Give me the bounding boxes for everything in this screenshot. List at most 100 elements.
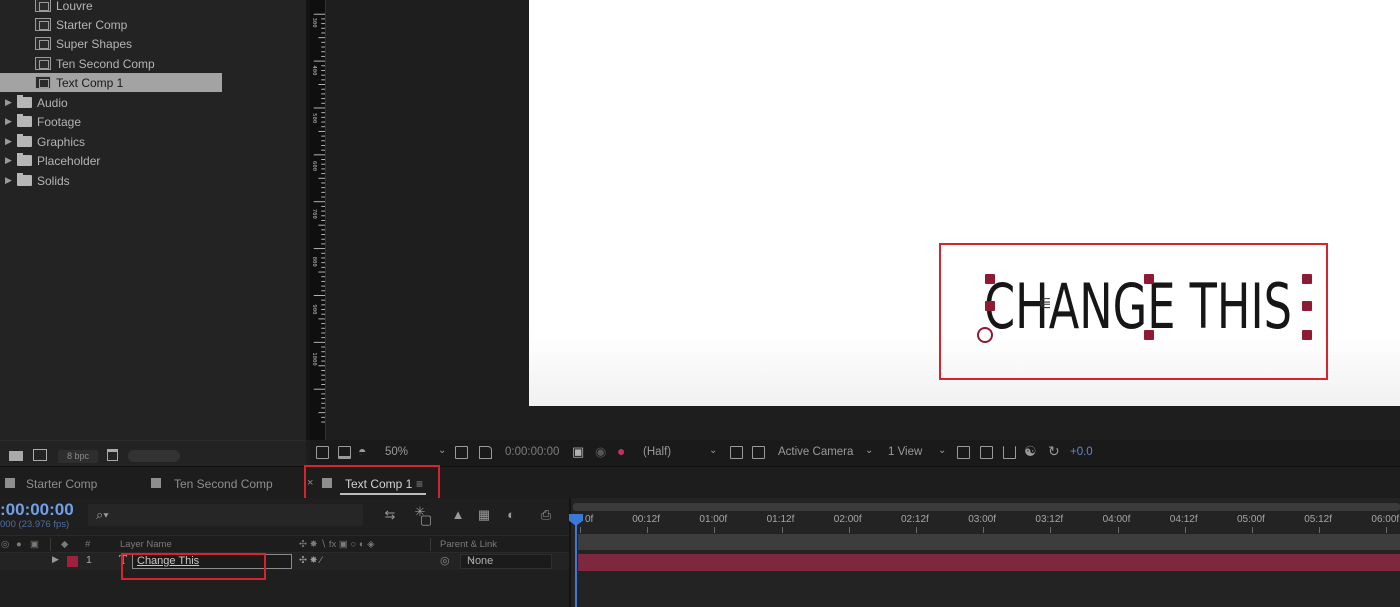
current-time-indicator[interactable]: [575, 519, 577, 607]
cube-icon[interactable]: ▢: [418, 512, 434, 527]
expand-layer-triangle-icon[interactable]: ▶: [52, 554, 59, 565]
layer-switch-collapse-icon[interactable]: ✣ ✸ ∕: [299, 555, 322, 566]
project-item-label: Graphics: [37, 134, 86, 149]
monitor-icon[interactable]: [338, 446, 351, 459]
frame-blending-icon[interactable]: ▦: [476, 507, 492, 522]
time-tick-label: 01:12f: [766, 514, 795, 525]
motion-blur-icon[interactable]: ◐: [503, 507, 519, 522]
draft-3d-icon[interactable]: [980, 446, 993, 459]
search-icon: ⌕▾: [96, 507, 109, 522]
label-tag-icon[interactable]: ◆: [61, 539, 68, 550]
frame-rate-display: 000 (23.976 fps): [0, 519, 70, 530]
expand-triangle-icon[interactable]: ▶: [5, 175, 12, 186]
project-item-text-comp-1[interactable]: Text Comp 1: [0, 73, 288, 92]
timeline-layer-row[interactable]: ▶ 1 T Change This ✣ ✸ ∕ ◎ None ⌄: [0, 553, 570, 570]
new-composition-icon[interactable]: [33, 449, 47, 461]
fast-previews-icon[interactable]: [730, 446, 743, 459]
composition-tab-icon: [5, 478, 15, 488]
project-item-super-shapes[interactable]: Super Shapes: [0, 34, 288, 53]
project-item-label: Louvre: [56, 0, 93, 13]
bit-depth-button[interactable]: 8 bpc: [58, 450, 98, 463]
layer-label-color[interactable]: [67, 556, 78, 567]
project-item-louvre[interactable]: Louvre: [0, 0, 288, 15]
chevron-down-icon[interactable]: ⌄: [938, 445, 946, 456]
time-navigator-bar[interactable]: [573, 503, 1400, 511]
project-item-label: Footage: [37, 114, 82, 129]
time-tick-label: 02:00f: [833, 514, 862, 525]
tab-starter-comp[interactable]: Starter Comp: [26, 477, 97, 491]
column-layer-name[interactable]: Layer Name: [120, 539, 172, 550]
zoom-select[interactable]: 50%: [385, 446, 408, 458]
pick-whip-icon[interactable]: ◎: [440, 554, 450, 567]
timeline-tab-bar: Starter Comp Ten Second Comp × Text Comp…: [0, 466, 1400, 498]
expand-triangle-icon[interactable]: ▶: [5, 97, 12, 108]
time-tick-label: 05:00f: [1237, 514, 1265, 525]
composition-tab-icon: [151, 478, 161, 488]
project-folder-graphics[interactable]: ▶ Graphics: [0, 132, 288, 151]
color-channels-icon[interactable]: ●: [617, 443, 625, 459]
graph-editor-icon[interactable]: ⎙: [538, 507, 554, 522]
project-folder-footage[interactable]: ▶ Footage: [0, 112, 288, 131]
transparency-grid-icon[interactable]: [752, 446, 765, 459]
column-separator: [50, 538, 51, 551]
composition-icon: [35, 57, 51, 70]
project-folder-placeholder[interactable]: ▶ Placeholder: [0, 151, 288, 170]
grid-guides-icon[interactable]: [455, 446, 468, 459]
folder-icon: [17, 173, 32, 186]
vertical-ruler: 300 400 500 600 700 800 900 1000: [310, 0, 326, 440]
viewer-timecode[interactable]: 0:00:00:00: [505, 446, 559, 458]
reset-exposure-icon[interactable]: ↻: [1048, 443, 1060, 460]
snapshot-camera-icon[interactable]: ▣: [572, 444, 584, 460]
exposure-value[interactable]: +0.0: [1070, 446, 1093, 458]
project-item-ten-second-comp[interactable]: Ten Second Comp: [0, 54, 288, 73]
time-tick: [647, 527, 649, 533]
time-tick-label: 04:00f: [1102, 514, 1131, 525]
resolution-select[interactable]: (Half): [643, 446, 671, 458]
camera-select[interactable]: Active Camera: [778, 446, 853, 458]
comp-mini-flowchart-icon[interactable]: ⇆: [382, 507, 398, 522]
column-parent-link[interactable]: Parent & Link: [440, 539, 497, 550]
chevron-down-icon[interactable]: ⌄: [709, 445, 717, 456]
trash-icon[interactable]: [107, 449, 118, 461]
ruler-label: 300: [311, 18, 317, 29]
parent-select[interactable]: None ⌄: [460, 553, 552, 569]
mask-visibility-icon[interactable]: ◓: [358, 443, 366, 459]
timeline-column-header: ◎ ● ▣ ◆ # Layer Name ✣ ✸ ∖ fx ▣ ○ ◐ ◈ Pa…: [0, 535, 570, 553]
ruler-label: 800: [311, 257, 317, 268]
toggle-pixel-aspect-icon[interactable]: [957, 446, 970, 459]
shy-layers-icon[interactable]: ▲: [450, 507, 466, 522]
flowchart-icon[interactable]: ☯: [1024, 443, 1037, 460]
expand-triangle-icon[interactable]: ▶: [5, 155, 12, 166]
solo-icon[interactable]: ●: [16, 539, 22, 550]
tab-ten-second-comp[interactable]: Ten Second Comp: [174, 477, 273, 491]
layer-search-input[interactable]: ⌕▾: [88, 504, 363, 526]
project-item-starter-comp[interactable]: Starter Comp: [0, 15, 288, 34]
chevron-down-icon[interactable]: ⌄: [438, 445, 446, 456]
layer-duration-bar[interactable]: [578, 554, 1400, 571]
thumbnail-size-slider[interactable]: [128, 450, 180, 462]
timeline-link-icon[interactable]: [1003, 446, 1016, 459]
time-tick: [1252, 527, 1253, 533]
composition-icon: [35, 0, 51, 12]
lock-icon[interactable]: ▣: [30, 539, 39, 550]
chevron-down-icon[interactable]: ⌄: [865, 445, 873, 456]
expand-triangle-icon[interactable]: ▶: [5, 136, 12, 147]
project-folder-audio[interactable]: ▶ Audio: [0, 93, 288, 112]
expand-triangle-icon[interactable]: ▶: [5, 116, 12, 127]
project-folder-solids[interactable]: ▶ Solids: [0, 171, 288, 190]
project-item-label: Starter Comp: [56, 17, 128, 32]
composition-icon: [35, 76, 51, 89]
highlight-callout-layer-name: [121, 553, 266, 580]
work-area-bar[interactable]: [578, 534, 1400, 550]
current-time-display[interactable]: :00:00:00: [0, 500, 74, 520]
ruler-label: 1000: [311, 352, 317, 366]
view-layout-select[interactable]: 1 View: [888, 446, 922, 458]
project-item-label: Audio: [37, 95, 68, 110]
new-folder-icon[interactable]: [9, 451, 23, 461]
audio-video-switch-icon[interactable]: ◎: [1, 539, 9, 550]
show-snapshot-icon[interactable]: ◉: [595, 444, 606, 460]
region-of-interest-icon[interactable]: [479, 446, 492, 459]
always-preview-icon[interactable]: [316, 446, 329, 459]
time-tick-label: 0f: [585, 514, 594, 525]
time-tick-label: 06:00f: [1371, 514, 1400, 525]
